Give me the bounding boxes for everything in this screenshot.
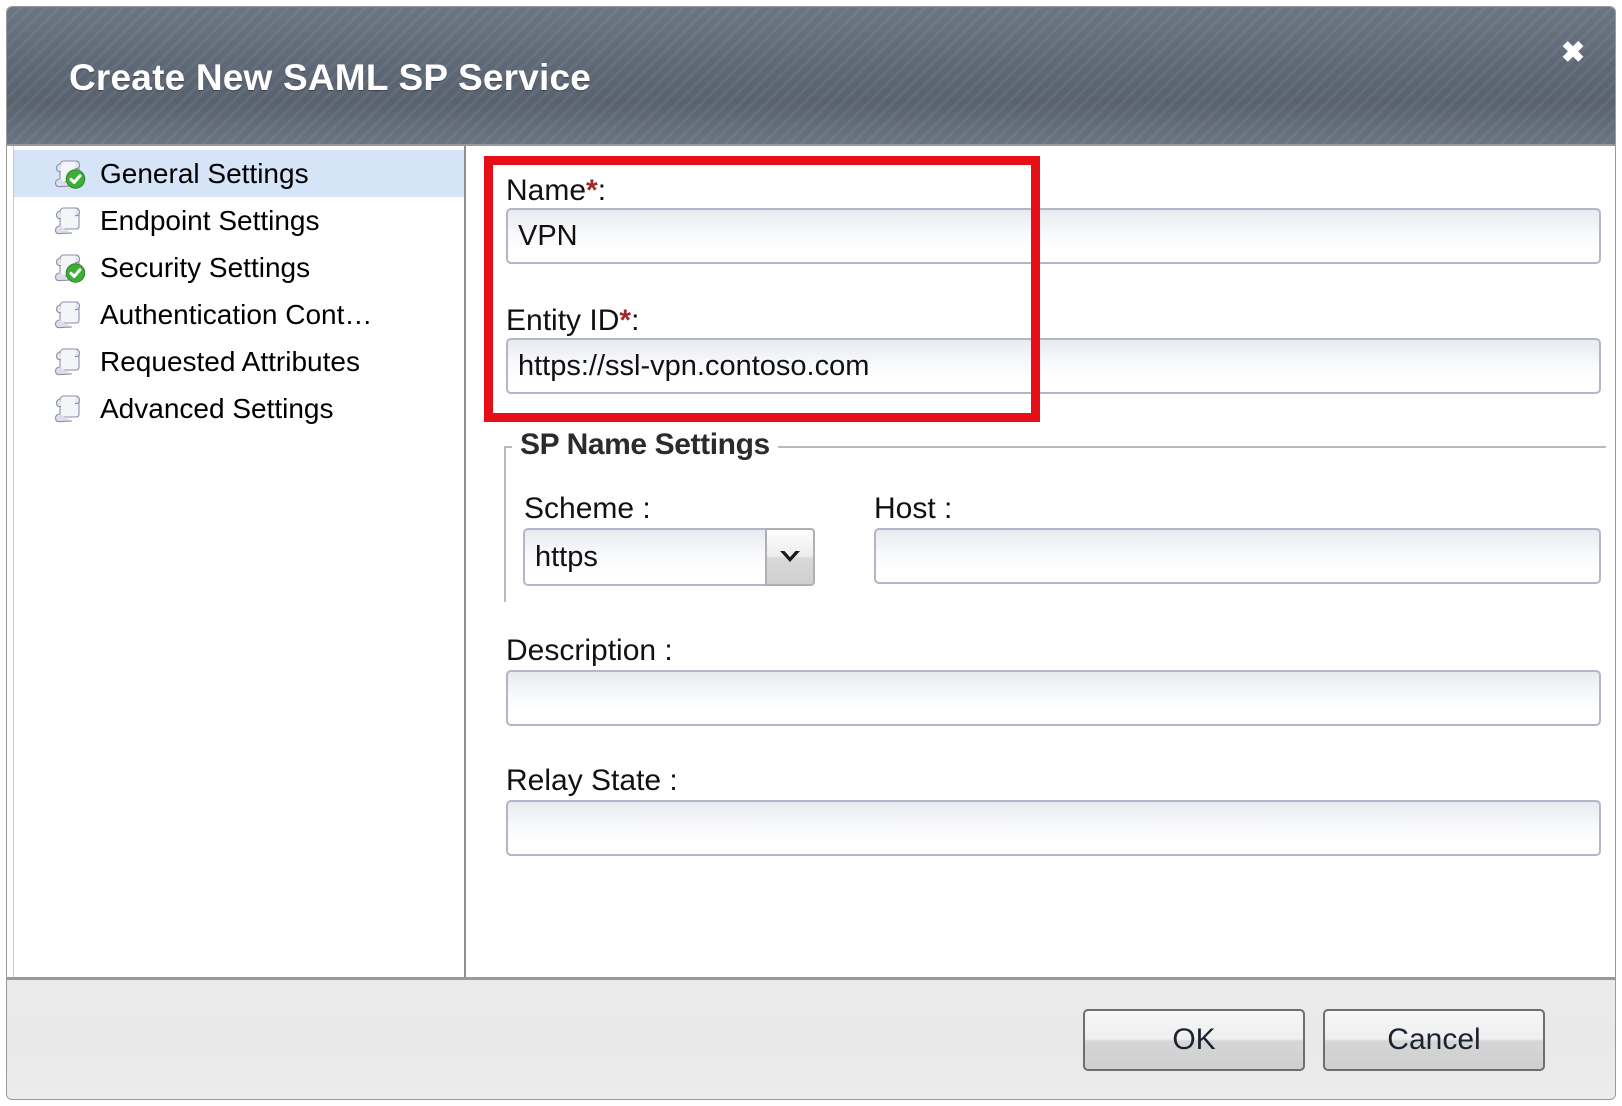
name-field-label: Name*: (506, 176, 606, 206)
description-input[interactable] (506, 670, 1601, 726)
sidebar-item-label: Endpoint Settings (100, 207, 320, 235)
sidebar-item-label: Authentication Cont… (100, 301, 372, 329)
name-label-text: Name (506, 174, 586, 207)
cancel-button[interactable]: Cancel (1323, 1009, 1545, 1071)
scroll-icon (52, 345, 86, 379)
chevron-down-icon[interactable] (765, 528, 815, 586)
scroll-icon (52, 298, 86, 332)
sidebar-item-label: General Settings (100, 160, 309, 188)
settings-nav-sidebar: General Settings Endpoint Settings (13, 146, 466, 977)
dialog-body: General Settings Endpoint Settings (7, 146, 1615, 977)
dialog-title: Create New SAML SP Service (69, 57, 591, 99)
entity-id-input[interactable]: https://ssl-vpn.contoso.com (506, 338, 1601, 394)
sidebar-item-authentication-context[interactable]: Authentication Cont… (14, 291, 464, 338)
host-input[interactable] (874, 528, 1601, 584)
sidebar-item-label: Requested Attributes (100, 348, 360, 376)
close-icon[interactable]: ✖ (1555, 35, 1591, 71)
scroll-icon (52, 204, 86, 238)
relay-state-field-label: Relay State : (506, 766, 678, 796)
create-saml-sp-dialog: Create New SAML SP Service ✖ General Set… (6, 6, 1616, 1100)
scheme-select[interactable]: https (523, 528, 815, 586)
entity-id-field-label: Entity ID*: (506, 306, 639, 336)
name-input[interactable]: VPN (506, 208, 1601, 264)
scroll-check-icon (52, 251, 86, 285)
entity-id-input-value: https://ssl-vpn.contoso.com (518, 350, 869, 383)
name-label-colon: : (598, 174, 606, 207)
sidebar-item-label: Advanced Settings (100, 395, 334, 423)
ok-button[interactable]: OK (1083, 1009, 1305, 1071)
scroll-check-icon (52, 157, 86, 191)
host-field-label: Host : (874, 494, 952, 524)
scheme-field-label: Scheme : (524, 494, 651, 524)
sidebar-item-general-settings[interactable]: General Settings (14, 150, 464, 197)
entity-id-label-colon: : (631, 304, 639, 337)
name-required-asterisk: * (586, 174, 598, 207)
scheme-select-value: https (523, 528, 765, 586)
sidebar-item-advanced-settings[interactable]: Advanced Settings (14, 385, 464, 432)
relay-state-input[interactable] (506, 800, 1601, 856)
description-field-label: Description : (506, 636, 673, 666)
general-settings-panel: Name*: VPN Entity ID*: https://ssl-vpn.c… (466, 146, 1615, 977)
dialog-footer: OK Cancel (7, 977, 1615, 1099)
entity-id-label-text: Entity ID (506, 304, 619, 337)
name-input-value: VPN (518, 220, 578, 253)
scroll-icon (52, 392, 86, 426)
dialog-titlebar: Create New SAML SP Service ✖ (7, 7, 1615, 146)
sidebar-item-label: Security Settings (100, 254, 310, 282)
sp-name-settings-legend: SP Name Settings (512, 428, 778, 462)
entity-id-required-asterisk: * (619, 304, 631, 337)
sidebar-item-requested-attributes[interactable]: Requested Attributes (14, 338, 464, 385)
sidebar-item-endpoint-settings[interactable]: Endpoint Settings (14, 197, 464, 244)
sidebar-item-security-settings[interactable]: Security Settings (14, 244, 464, 291)
